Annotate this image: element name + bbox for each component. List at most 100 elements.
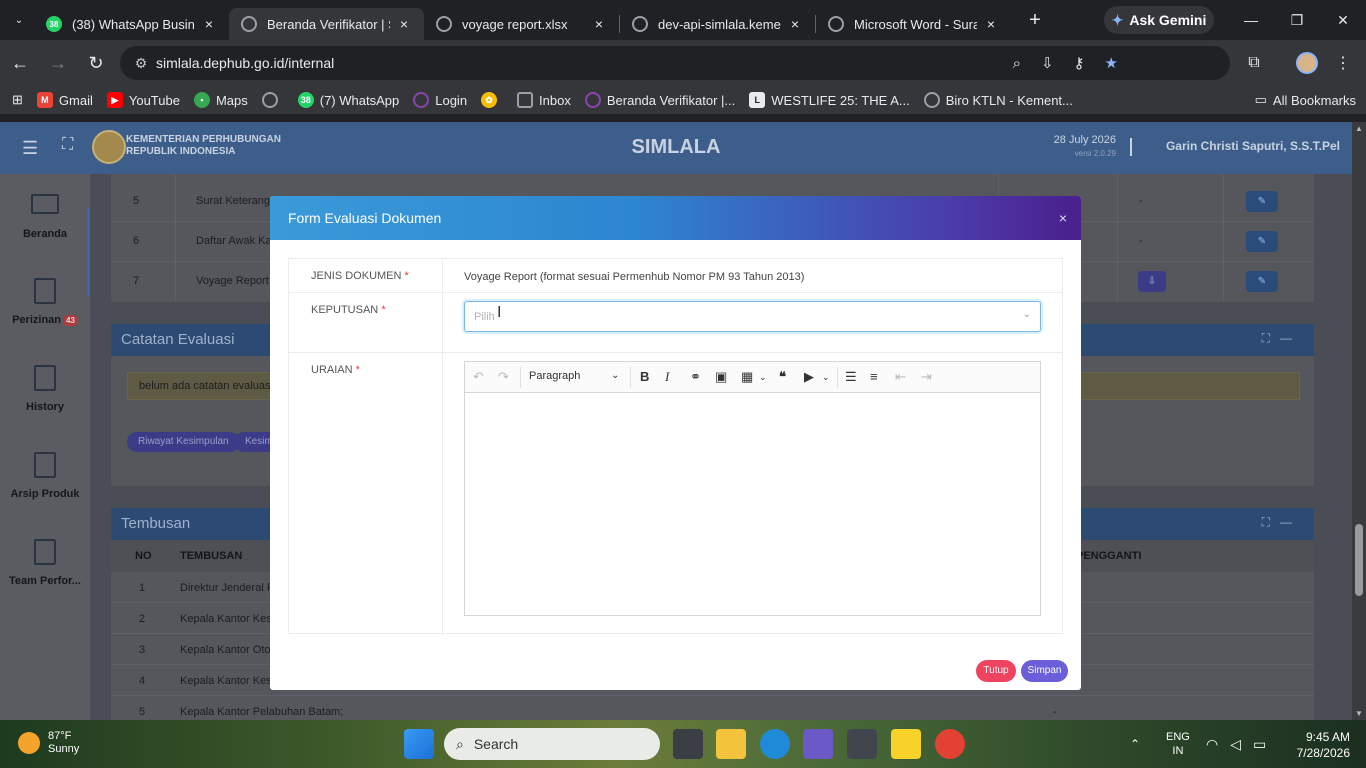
- ask-gemini-button[interactable]: ✦ Ask Gemini: [1104, 6, 1214, 34]
- globe-icon: [241, 16, 257, 32]
- bookmark-youtube[interactable]: ▶ YouTube: [106, 92, 180, 108]
- undo-icon[interactable]: ↶: [473, 369, 484, 385]
- tab-search-icon[interactable]: ⌄: [4, 5, 34, 35]
- simpan-button[interactable]: Simpan: [1021, 660, 1068, 682]
- expand-icon[interactable]: ⛶: [1262, 515, 1280, 529]
- evaluation-form: JENIS DOKUMEN * Voyage Report (format se…: [288, 258, 1063, 635]
- bookmark-gmail[interactable]: M Gmail: [36, 92, 93, 108]
- riwayat-kesimpulan-button[interactable]: Riwayat Kesimpulan: [127, 432, 240, 452]
- blockquote-icon[interactable]: ❝: [779, 369, 786, 385]
- restore-button[interactable]: ❐: [1274, 0, 1320, 40]
- weather-widget[interactable]: 87°F Sunny: [18, 730, 79, 756]
- paragraph-dropdown[interactable]: Paragraph: [529, 370, 580, 382]
- edit-button[interactable]: ✎: [1246, 271, 1278, 292]
- bookmark-photos[interactable]: ✿: [481, 92, 503, 108]
- extensions-icon[interactable]: ⧉: [1234, 40, 1274, 86]
- bookmark-maps[interactable]: • Maps: [193, 92, 248, 108]
- collapse-icon[interactable]: —: [1280, 515, 1302, 529]
- tab-close-icon[interactable]: ×: [591, 16, 607, 32]
- sidebar-item-perizinan[interactable]: Perizinan 43: [0, 278, 90, 326]
- bookmark-westlife[interactable]: L WESTLIFE 25: THE A...: [749, 92, 910, 108]
- modal-close-icon[interactable]: ×: [1059, 210, 1067, 226]
- bookmark-star-icon[interactable]: ★: [1105, 54, 1118, 72]
- tab-whatsapp[interactable]: 38 (38) WhatsApp Busines ×: [34, 8, 229, 40]
- uraian-rich-text-editor[interactable]: ↶ ↷ Paragraph ⌄ B I ⚭ ▣ ▦ ⌄ ❝ ▶ ⌄ ☰ ≡ ⇤ …: [464, 361, 1041, 616]
- reload-button[interactable]: ↻: [78, 45, 114, 81]
- bookmark-login[interactable]: Login: [413, 92, 467, 108]
- numbered-list-icon[interactable]: ≡: [870, 369, 878, 385]
- browser-menu-icon[interactable]: ⋮: [1323, 40, 1363, 86]
- indent-icon[interactable]: ⇥: [921, 369, 932, 385]
- tab-close-icon[interactable]: ×: [983, 16, 999, 32]
- url-bar[interactable]: ⚙ simlala.dephub.go.id/internal ⌕ ⇩ ⚷ ★: [120, 46, 1230, 80]
- taskbar-search[interactable]: ⌕ Search: [444, 728, 660, 760]
- sidebar-item-history[interactable]: History: [0, 365, 90, 413]
- site-info-icon[interactable]: ⚙: [126, 55, 156, 72]
- sidebar-item-team-performance[interactable]: Team Perfor...: [0, 539, 90, 587]
- tab-beranda-verifikator[interactable]: Beranda Verifikator | Si ×: [229, 8, 424, 40]
- zoom-icon[interactable]: ⌕: [1013, 55, 1021, 72]
- insert-image-icon[interactable]: ▣: [715, 369, 727, 385]
- tab-voyage-report[interactable]: voyage report.xlsx ×: [424, 8, 619, 40]
- task-view-icon[interactable]: [673, 729, 703, 759]
- app-icon[interactable]: [803, 729, 833, 759]
- download-button[interactable]: ⇩: [1138, 271, 1166, 292]
- sticky-notes-icon[interactable]: [891, 729, 921, 759]
- bookmark-beranda-verifikator[interactable]: Beranda Verifikator |...: [584, 92, 735, 108]
- minimize-button[interactable]: —: [1228, 0, 1274, 40]
- edit-button[interactable]: ✎: [1246, 231, 1278, 252]
- taskbar-clock[interactable]: 9:45 AM 7/28/2026: [1297, 729, 1350, 761]
- windows-start-icon[interactable]: [404, 729, 434, 759]
- tab-title: dev-api-simlala.kemen: [658, 16, 781, 32]
- link-icon[interactable]: ⚭: [690, 369, 701, 385]
- chrome-icon[interactable]: [935, 729, 965, 759]
- file-explorer-icon[interactable]: [716, 729, 746, 759]
- redo-icon[interactable]: ↷: [498, 369, 509, 385]
- new-tab-button[interactable]: +: [1021, 9, 1049, 32]
- keputusan-select[interactable]: Pilih ⌄: [464, 301, 1041, 332]
- password-key-icon[interactable]: ⚷: [1074, 54, 1085, 72]
- bookmark-inbox[interactable]: Inbox: [517, 92, 571, 108]
- sidebar-item-beranda[interactable]: Beranda: [0, 194, 90, 240]
- tab-microsoft-word[interactable]: Microsoft Word - Surat ×: [816, 8, 1011, 40]
- tab-close-icon[interactable]: ×: [787, 16, 803, 32]
- install-app-icon[interactable]: ⇩: [1041, 54, 1054, 72]
- forward-button[interactable]: →: [40, 45, 76, 81]
- italic-icon[interactable]: I: [665, 369, 669, 385]
- chevron-down-icon[interactable]: ⌄: [822, 369, 830, 385]
- tab-title: Microsoft Word - Surat: [854, 16, 977, 32]
- bold-icon[interactable]: B: [640, 369, 649, 385]
- collapse-icon[interactable]: —: [1280, 331, 1302, 345]
- all-bookmarks[interactable]: ▭ All Bookmarks: [1255, 86, 1356, 114]
- close-window-button[interactable]: ✕: [1320, 0, 1366, 40]
- camera-icon[interactable]: [847, 729, 877, 759]
- bulleted-list-icon[interactable]: ☰: [845, 369, 857, 385]
- keputusan-placeholder: Pilih: [474, 311, 495, 323]
- tab-close-icon[interactable]: ×: [396, 16, 412, 32]
- show-hidden-icons[interactable]: ⌃: [1130, 720, 1140, 768]
- bookmark-globe[interactable]: [261, 92, 284, 108]
- table-row: 5 Kepala Kantor Pelabuhan Batam; -: [139, 706, 1057, 718]
- tab-close-icon[interactable]: ×: [201, 16, 217, 32]
- site-icon: [413, 92, 430, 108]
- back-button[interactable]: ←: [2, 45, 38, 81]
- language-indicator[interactable]: ENG IN: [1166, 720, 1190, 768]
- user-name[interactable]: Garin Christi Saputri, S.S.T.Pel: [1166, 139, 1340, 153]
- edge-icon[interactable]: [760, 729, 790, 759]
- sidebar-item-arsip-produk[interactable]: Arsip Produk: [0, 452, 90, 500]
- insert-table-icon[interactable]: ▦: [741, 369, 753, 385]
- tutup-button[interactable]: Tutup: [976, 660, 1016, 682]
- system-tray[interactable]: ◠ ◁ ▭: [1206, 720, 1266, 768]
- edit-button[interactable]: ✎: [1246, 191, 1278, 212]
- expand-icon[interactable]: ⛶: [1262, 331, 1280, 345]
- chevron-down-icon[interactable]: ⌄: [759, 369, 767, 385]
- apps-grid-icon[interactable]: ⊞: [12, 92, 23, 108]
- tab-dev-api[interactable]: dev-api-simlala.kemen ×: [620, 8, 815, 40]
- outdent-icon[interactable]: ⇤: [895, 369, 906, 385]
- insert-media-icon[interactable]: ▶: [804, 369, 814, 385]
- tab-title: Beranda Verifikator | Si: [267, 16, 390, 32]
- profile-avatar[interactable]: [1287, 40, 1327, 86]
- bookmark-whatsapp[interactable]: 38 (7) WhatsApp: [297, 92, 399, 108]
- bookmark-biro-ktln[interactable]: Biro KTLN - Kement...: [923, 92, 1073, 108]
- page-scrollbar[interactable]: ▲ ▼: [1352, 122, 1366, 720]
